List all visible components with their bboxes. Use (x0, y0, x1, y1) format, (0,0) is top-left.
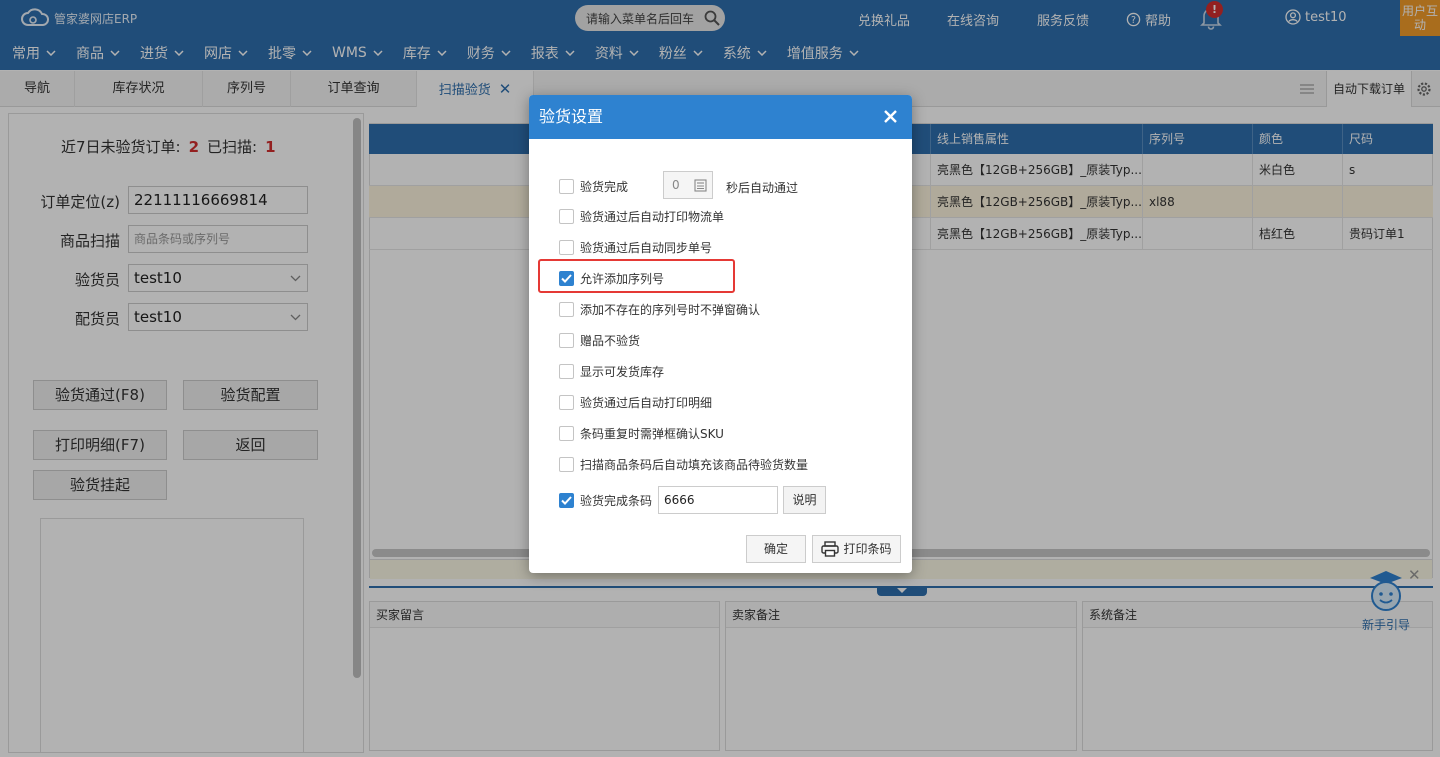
calculator-icon (694, 179, 707, 192)
confirm-label: 确定 (763, 542, 788, 556)
option-complete-barcode[interactable]: 验货完成条码 (559, 491, 652, 509)
print-barcode-label: 打印条码 (843, 542, 892, 556)
close-icon[interactable] (883, 109, 898, 124)
option-auto-fill-quantity[interactable]: 扫描商品条码后自动填充该商品待验货数量 (559, 455, 808, 473)
option-label: 允许添加序列号 (580, 271, 665, 286)
auto-pass-seconds-input[interactable]: 0 (663, 171, 713, 199)
checkbox[interactable] (559, 332, 574, 348)
option-label: 验货完成条码 (580, 493, 653, 508)
auto-pass-checkbox[interactable] (559, 178, 574, 194)
option-label: 验货通过后自动打印明细 (580, 395, 713, 410)
seconds-value: 0 (672, 178, 680, 192)
option-label: 显示可发货库存 (580, 364, 665, 379)
checkbox[interactable] (559, 301, 574, 317)
checkbox[interactable] (559, 394, 574, 410)
auto-pass-label: 验货完成 (580, 179, 629, 194)
checkbox[interactable] (559, 456, 574, 472)
option-show-shippable-stock[interactable]: 显示可发货库存 (559, 362, 664, 380)
checkmark-icon (561, 273, 572, 283)
option-no-confirm-new-serial[interactable]: 添加不存在的序列号时不弹窗确认 (559, 300, 760, 318)
option-auto-print-logistics[interactable]: 验货通过后自动打印物流单 (559, 207, 724, 225)
option-label: 添加不存在的序列号时不弹窗确认 (580, 302, 761, 317)
dialog-header: 验货设置 (529, 95, 912, 139)
printer-icon (821, 541, 840, 557)
option-label: 验货通过后自动打印物流单 (580, 209, 725, 224)
checkmark-icon (561, 495, 572, 505)
confirm-button[interactable]: 确定 (746, 535, 806, 563)
option-label: 赠品不验货 (580, 333, 641, 348)
auto-pass-suffix: 秒后自动通过 (726, 181, 799, 195)
inspect-settings-dialog: 验货设置 验货完成 0 秒后自动通过 验货通过后自动打印物流单 验货通过后自动同… (529, 95, 912, 573)
option-auto-print-detail[interactable]: 验货通过后自动打印明细 (559, 393, 712, 411)
option-label: 扫描商品条码后自动填充该商品待验货数量 (580, 457, 809, 472)
option-duplicate-barcode-confirm[interactable]: 条码重复时需弹框确认SKU (559, 424, 724, 442)
explain-button[interactable]: 说明 (783, 486, 826, 514)
option-allow-add-serial[interactable]: 允许添加序列号 (559, 269, 664, 287)
option-auto-sync-tracking[interactable]: 验货通过后自动同步单号 (559, 238, 712, 256)
checkbox[interactable] (559, 363, 574, 379)
option-label: 验货通过后自动同步单号 (580, 240, 713, 255)
option-gift-no-inspect[interactable]: 赠品不验货 (559, 331, 640, 349)
print-barcode-button[interactable]: 打印条码 (812, 535, 901, 563)
option-label: 条码重复时需弹框确认SKU (580, 426, 724, 441)
checkbox[interactable] (559, 239, 574, 255)
checkbox-checked[interactable] (559, 270, 574, 286)
auto-pass-option[interactable]: 验货完成 (559, 177, 628, 195)
checkbox[interactable] (559, 425, 574, 441)
checkbox-checked[interactable] (559, 492, 574, 508)
complete-barcode-input[interactable]: 6666 (658, 486, 778, 514)
dialog-title: 验货设置 (539, 107, 604, 126)
checkbox[interactable] (559, 208, 574, 224)
